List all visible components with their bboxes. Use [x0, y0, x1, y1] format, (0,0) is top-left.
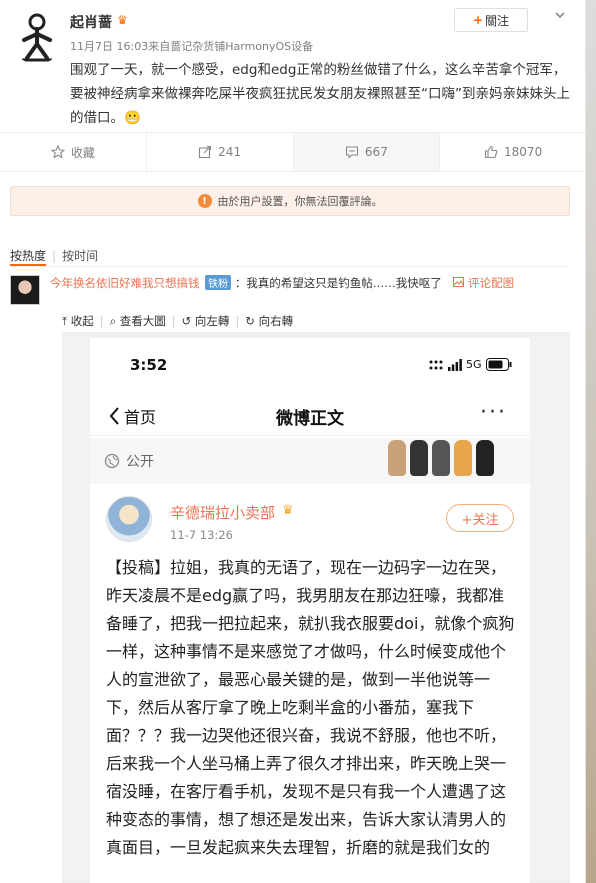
- weibo-page: 起肖蔷 ♛ 11月7日 16:03来自蔷记杂货铺HarmonyOS设备 + 關注…: [0, 0, 596, 883]
- battery-icon: [485, 358, 512, 371]
- rotate-right-icon: ↻: [245, 314, 255, 328]
- comment-item: 今年换名依旧好难我只想搞钱 铁粉 ：我真的希望这只是钓鱼帖……我快呕了 评论配图: [50, 275, 514, 291]
- like-button[interactable]: 18070: [440, 133, 586, 171]
- favorite-label: 收藏: [70, 145, 95, 160]
- like-icon: [484, 145, 498, 159]
- post-text: 围观了一天，就一个感受，edg和edg正常的粉丝做错了什么，这么辛苦拿个冠军，要…: [70, 62, 570, 126]
- comment-count: 667: [364, 145, 388, 159]
- visibility-label: 公开: [126, 454, 154, 470]
- phone-signal-group: 5G: [428, 358, 512, 371]
- sort-by-time-tab[interactable]: 按时间: [62, 249, 98, 263]
- phone-author-name[interactable]: 辛德瑞拉小卖部: [170, 502, 275, 523]
- magnifier-icon: ⌕: [109, 314, 117, 328]
- sort-divider: [10, 266, 570, 267]
- toolbar-separator: |: [235, 314, 240, 328]
- cat-paw-icon: [410, 440, 428, 476]
- chevron-down-icon[interactable]: [553, 8, 567, 26]
- author-avatar[interactable]: [10, 10, 64, 64]
- like-count: 18070: [504, 145, 543, 159]
- comment-picture-link[interactable]: 评论配图: [453, 276, 514, 290]
- collapse-icon: ⤒: [62, 314, 68, 328]
- phone-post-body: 【投稿】拉姐，我真的无语了，现在一边码字一边在哭，昨天凌晨不是edg赢了吗，我男…: [106, 558, 515, 857]
- image-toolbar: ⤒ 收起 | ⌕ 查看大圖 | ↺ 向左轉 | ↻ 向右轉: [62, 310, 570, 332]
- view-large-label: 查看大圖: [119, 314, 166, 328]
- comment-button[interactable]: 667: [293, 133, 441, 171]
- background-strip: [586, 0, 596, 883]
- rotate-right-label: 向右轉: [258, 314, 294, 328]
- embedded-screenshot[interactable]: 3:52 5G 首页 微博正文 ··· 公开 辛德瑞拉小卖部 ♛ 11-7 13…: [90, 338, 530, 883]
- commenter-avatar[interactable]: [10, 275, 40, 305]
- star-icon: [50, 145, 65, 159]
- visibility-row: 公开: [90, 438, 530, 484]
- phone-nav-title: 微博正文: [276, 409, 344, 429]
- toolbar-separator: |: [171, 314, 176, 328]
- repost-count: 241: [218, 145, 242, 159]
- sort-separator: |: [52, 249, 57, 263]
- cat-paw-icon: [388, 440, 406, 476]
- sort-by-hot-tab[interactable]: 按热度: [10, 249, 46, 263]
- post-card: 起肖蔷 ♛ 11月7日 16:03来自蔷记杂货铺HarmonyOS设备 + 關注…: [0, 0, 586, 883]
- more-icon[interactable]: ···: [480, 400, 507, 425]
- collapse-label: 收起: [70, 314, 94, 328]
- cat-paw-icon: [432, 440, 450, 476]
- warning-icon: !: [197, 194, 212, 208]
- rotate-right-button[interactable]: ↻ 向右轉: [245, 313, 293, 329]
- phone-post-date: 11-7 13:26: [170, 528, 233, 542]
- crown-icon: ♛: [282, 503, 294, 518]
- follow-label: 關注: [485, 13, 510, 28]
- globe-icon: [104, 453, 120, 469]
- phone-time: 3:52: [130, 356, 168, 374]
- notice-text: 由於用户設置，你無法回覆評論。: [217, 195, 383, 208]
- follow-button[interactable]: + 關注: [454, 8, 528, 32]
- paw-decoration: [388, 440, 494, 476]
- plus-icon: +: [472, 13, 484, 27]
- rotate-left-label: 向左轉: [194, 314, 230, 328]
- signal-bars-icon: [448, 358, 462, 371]
- phone-author-avatar[interactable]: [106, 496, 152, 542]
- favorite-button[interactable]: 收藏: [0, 133, 147, 171]
- share-icon: [198, 145, 212, 159]
- toolbar-separator: |: [99, 314, 104, 328]
- comment-sort-bar: 按热度 | 按时间: [10, 247, 98, 264]
- commenter-name[interactable]: 今年换名依旧好难我只想搞钱: [50, 276, 200, 290]
- author-name[interactable]: 起肖蔷: [70, 12, 112, 32]
- cat-paw-icon: [454, 440, 472, 476]
- network-label: 5G: [466, 358, 482, 371]
- collapse-button[interactable]: ⤒ 收起: [62, 313, 94, 329]
- visibility-label-group: 公开: [104, 451, 154, 471]
- action-bar: 收藏 241 667 18070: [0, 132, 586, 172]
- dots-grid-icon: [429, 360, 443, 369]
- cat-paw-icon: [476, 440, 494, 476]
- repost-button[interactable]: 241: [147, 133, 294, 171]
- vip-badge-icon: ♛: [117, 13, 128, 27]
- picture-link-label: 评论配图: [468, 276, 515, 290]
- comment-text: ：我真的希望这只是钓鱼帖……我快呕了: [234, 276, 442, 290]
- stick-figure-icon: [22, 13, 52, 62]
- phone-follow-button[interactable]: +关注: [446, 504, 514, 532]
- rotate-left-button[interactable]: ↺ 向左轉: [182, 313, 230, 329]
- comment-disabled-notice: ! 由於用户設置，你無法回覆評論。: [10, 186, 570, 216]
- phone-nav-bar: 首页 微博正文 ···: [90, 396, 530, 436]
- view-large-button[interactable]: ⌕ 查看大圖: [110, 313, 166, 329]
- fan-badge: 铁粉: [205, 275, 232, 290]
- phone-status-bar: 3:52 5G: [90, 338, 530, 390]
- comment-icon: [345, 145, 359, 159]
- post-meta: 11月7日 16:03来自蔷记杂货铺HarmonyOS设备: [70, 40, 314, 53]
- image-icon: [453, 277, 465, 287]
- rotate-left-icon: ↺: [181, 314, 192, 328]
